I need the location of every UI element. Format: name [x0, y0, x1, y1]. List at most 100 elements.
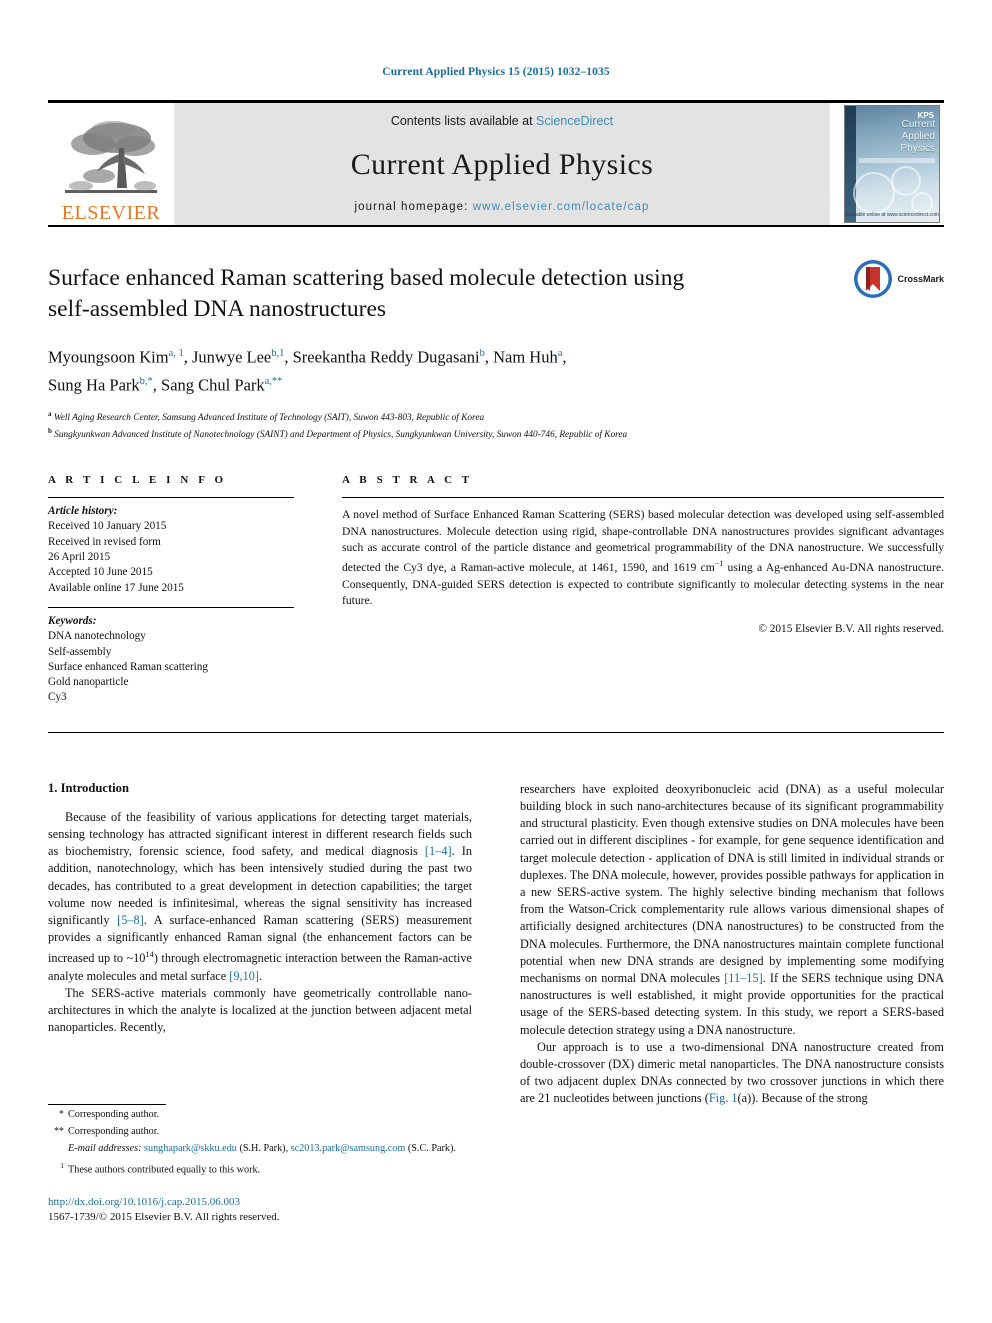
crossmark-badge[interactable]: CrossMark	[853, 259, 944, 299]
paragraph: researchers have exploited deoxyribonucl…	[520, 781, 944, 1039]
author-affil-mark: b,*	[139, 375, 153, 387]
elsevier-tree-icon	[65, 121, 157, 193]
title-block: CrossMark Surface enhanced Raman scatter…	[48, 260, 944, 442]
body-column-right: researchers have exploited deoxyribonucl…	[520, 781, 944, 1108]
author-affil-mark: b	[479, 348, 485, 359]
cover-title-line2: Applied	[901, 131, 935, 142]
para-text: .	[259, 968, 263, 983]
journal-masthead: ELSEVIER Contents lists available at Sci…	[48, 103, 944, 225]
cover-bubble-icon	[911, 192, 933, 214]
footnote-text: Corresponding author.	[68, 1109, 160, 1120]
affiliation-text: Sungkyunkwan Advanced Institute of Nanot…	[54, 430, 628, 441]
keywords-block: Keywords: DNA nanotechnology Self-assemb…	[48, 614, 294, 706]
sciencedirect-link[interactable]: ScienceDirect	[536, 114, 613, 128]
footnote-text: These authors contributed equally to thi…	[68, 1164, 261, 1176]
info-abstract-section: A R T I C L E I N F O Article history: R…	[48, 474, 944, 706]
masthead-center: Contents lists available at ScienceDirec…	[174, 103, 830, 225]
footnote-rule	[48, 1104, 166, 1105]
footnote-mark: **	[53, 1126, 64, 1137]
author-affil-mark: b,1	[271, 348, 285, 359]
email-link-1[interactable]: sunghapark@skku.edu	[144, 1143, 237, 1154]
affiliation-text: Well Aging Research Center, Samsung Adva…	[53, 413, 485, 424]
author-affil-mark: a, 1	[168, 348, 184, 359]
footnote-corresponding-author-1: * Corresponding author.	[48, 1108, 472, 1122]
crossmark-label: CrossMark	[897, 274, 944, 284]
abstract-text: A novel method of Surface Enhanced Raman…	[342, 507, 944, 609]
paragraph: The SERS-active materials commonly have …	[48, 985, 472, 1035]
page-title: Surface enhanced Raman scattering based …	[48, 263, 834, 325]
elsevier-logo: ELSEVIER	[48, 103, 174, 225]
journal-homepage-link[interactable]: www.elsevier.com/locate/cap	[473, 201, 650, 213]
title-line-2: self-assembled DNA nanostructures	[48, 296, 387, 322]
running-head: Current Applied Physics 15 (2015) 1032–1…	[382, 66, 610, 78]
author-name[interactable]: Nam Huh	[493, 348, 558, 367]
cover-bubble-icon	[891, 166, 921, 196]
journal-title: Current Applied Physics	[350, 147, 654, 181]
affiliation-item: a Well Aging Research Center, Samsung Ad…	[48, 408, 834, 425]
masthead-bottom-rule	[48, 225, 944, 227]
author-list: Myoungsoon Kima, 1, Junwye Leeb,1, Sreek…	[48, 347, 567, 395]
homepage-prefix: journal homepage:	[354, 201, 473, 213]
section-title-introduction: 1. Introduction	[48, 780, 129, 795]
author-affil-mark: a,**	[264, 375, 283, 387]
abstract-superscript: −1	[714, 559, 724, 569]
email-link-2[interactable]: sc2013.park@samsung.com	[291, 1143, 406, 1154]
para-text: Because of the feasibility of various ap…	[48, 809, 472, 859]
affiliation-mark: b	[48, 427, 52, 436]
cover-title-line3: Physics	[900, 143, 935, 154]
footnote-mark: 1	[60, 1161, 64, 1170]
paragraph: Our approach is to use a two-dimensional…	[520, 1039, 944, 1108]
author-name[interactable]: Sung Ha Park	[48, 375, 140, 394]
body-columns: 1. Introduction Because of the feasibili…	[48, 781, 944, 1108]
history-item: Received 10 January 2015	[48, 520, 167, 533]
elsevier-wordmark: ELSEVIER	[61, 202, 161, 224]
author-name[interactable]: Sreekantha Reddy Dugasani	[293, 348, 480, 367]
footnote-emails: E-mail addresses: sunghapark@skku.edu (S…	[68, 1143, 456, 1154]
copyright-line: © 2015 Elsevier B.V. All rights reserved…	[758, 623, 944, 636]
keyword-item: Cy3	[48, 691, 67, 704]
cover-bubble-icon	[853, 172, 895, 214]
keyword-item: DNA nanotechnology	[48, 630, 146, 643]
footnote-equal-contribution: 1 These authors contributed equally to th…	[48, 1159, 472, 1177]
history-item: Available online 17 June 2015	[48, 581, 184, 594]
author-name[interactable]: Sang Chul Park	[161, 375, 265, 394]
email-label: E-mail addresses:	[68, 1143, 142, 1154]
cover-image: KPS Current Applied Physics Available on…	[844, 105, 940, 223]
article-history-block: Article history: Received 10 January 201…	[48, 504, 294, 596]
history-item: Accepted 10 June 2015	[48, 566, 153, 579]
article-info-column: A R T I C L E I N F O Article history: R…	[48, 474, 294, 706]
cover-footer: Available online at www.sciencedirect.co…	[845, 212, 939, 218]
exponent: 14	[145, 949, 154, 960]
citation-link[interactable]: [5–8]	[117, 913, 144, 927]
paper-page: Current Applied Physics 15 (2015) 1032–1…	[0, 0, 992, 1323]
issn-copyright-line: 1567-1739/© 2015 Elsevier B.V. All right…	[48, 1211, 280, 1224]
email-owner-1: (S.H. Park)	[239, 1143, 286, 1154]
body-column-left: 1. Introduction Because of the feasibili…	[48, 781, 472, 1108]
citation-link[interactable]: [1–4]	[425, 844, 452, 858]
section-divider-rule	[48, 731, 944, 733]
author-name[interactable]: Junwye Lee	[192, 348, 271, 367]
keywords-rule	[48, 606, 294, 608]
history-item: 26 April 2015	[48, 551, 111, 564]
abstract-rule	[342, 497, 944, 499]
article-info-heading: A R T I C L E I N F O	[48, 474, 227, 487]
contents-available-line: Contents lists available at ScienceDirec…	[391, 114, 613, 128]
para-text: (a)). Because of the strong	[737, 1091, 868, 1106]
footnote-mark: *	[58, 1109, 64, 1120]
doi-link[interactable]: http://dx.doi.org/10.1016/j.cap.2015.06.…	[48, 1195, 472, 1210]
citation-link[interactable]: [11–15]	[724, 971, 762, 985]
citation-link[interactable]: [9,10]	[229, 969, 259, 983]
abstract-column: A B S T R A C T A novel method of Surfac…	[342, 474, 944, 706]
abstract-heading: A B S T R A C T	[342, 474, 473, 487]
keyword-item: Self-assembly	[48, 645, 112, 658]
figure-link[interactable]: Fig. 1	[709, 1091, 738, 1105]
footnote-text: Corresponding author.	[68, 1126, 160, 1137]
footnote-block: * Corresponding author. ** Corresponding a…	[48, 1104, 472, 1225]
author-name[interactable]: Myoungsoon Kim	[48, 348, 169, 367]
author-affil-mark: a	[557, 348, 563, 359]
history-item: Received in revised form	[48, 535, 161, 548]
keyword-item: Gold nanoparticle	[48, 676, 129, 689]
cover-title-line1: Current	[901, 119, 935, 130]
affiliation-mark: a	[48, 410, 52, 418]
cover-subtitle-bar	[859, 158, 935, 163]
